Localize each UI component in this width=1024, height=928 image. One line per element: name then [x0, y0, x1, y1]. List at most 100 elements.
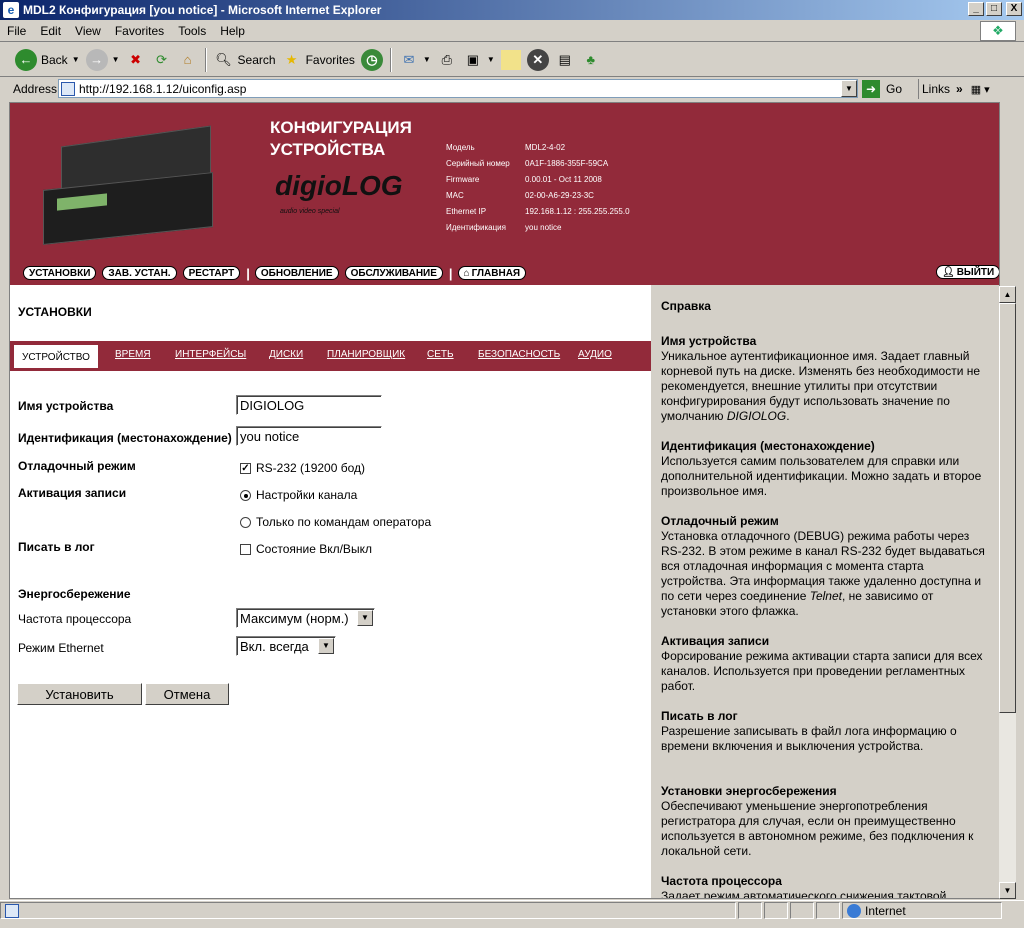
menu-bar: File Edit View Favorites Tools Help ❖ [0, 20, 1024, 42]
scroll-down-button[interactable]: ▼ [999, 882, 1016, 899]
radio-operator-only[interactable]: Только по командам оператора [240, 515, 431, 529]
chevron-down-icon: ▼ [357, 610, 373, 626]
mail-icon: ✉ [403, 51, 415, 67]
submit-button[interactable]: Установить [17, 683, 142, 705]
page-header: КОНФИГУРАЦИЯ УСТРОЙСТВА digioLOG audio v… [10, 103, 999, 285]
extra-toolbar-icon[interactable]: ▦ ▾ [971, 83, 1001, 96]
refresh-icon: ⟳ [156, 51, 167, 67]
minimize-button[interactable]: _ [968, 2, 984, 16]
cpu-freq-label: Частота процессора [18, 612, 132, 626]
nav-update-button[interactable]: ОБНОВЛЕНИЕ [254, 266, 339, 280]
tab-audio[interactable]: АУДИО [578, 349, 612, 360]
log-checkbox[interactable]: Состояние Вкл/Выкл [240, 542, 372, 556]
vertical-scrollbar[interactable]: ▲ ▼ [999, 286, 1016, 899]
block-button[interactable]: ✕ [524, 46, 552, 74]
device-name-input[interactable] [236, 395, 382, 415]
stop-button[interactable]: ✖ [123, 46, 149, 74]
main-nav: УСТАНОВКИ ЗАВ. УСТАН. РЕСТАРТ | ОБНОВЛЕН… [23, 265, 532, 281]
research-button[interactable]: ▤ [552, 46, 578, 74]
menu-edit[interactable]: Edit [33, 24, 68, 38]
nav-home-button[interactable]: ⌂ ГЛАВНАЯ [457, 266, 527, 280]
status-text-cell [0, 902, 736, 919]
device-info: Модель MDL2-4-02 Серийный номер 0A1F-1886-… [446, 139, 630, 235]
menu-file[interactable]: File [0, 24, 33, 38]
device-info-row: Firmware 0.00.01 - Oct 11 2008 [446, 174, 602, 184]
close-button[interactable]: X [1006, 2, 1022, 16]
ethernet-mode-select[interactable]: Вкл. всегда ▼ [236, 636, 336, 656]
tab-device[interactable]: УСТРОЙСТВО [13, 344, 99, 369]
ie-icon: e [3, 2, 19, 18]
debug-label: Отладочный режим [18, 459, 136, 473]
help-section: Отладочный режим Установка отладочного (… [661, 514, 985, 618]
scroll-thumb[interactable] [999, 303, 1016, 713]
device-name-label: Имя устройства [18, 399, 114, 413]
nav-divider: | [448, 265, 453, 281]
help-section: Писать в лог Разрешение записывать в фай… [661, 709, 957, 753]
maximize-button[interactable]: □ [986, 2, 1002, 16]
nav-divider: | [246, 265, 250, 281]
favorites-button[interactable]: ★ Favorites [279, 46, 358, 74]
discuss-button[interactable] [498, 46, 524, 74]
menu-help[interactable]: Help [213, 24, 252, 38]
config-title: КОНФИГУРАЦИЯ УСТРОЙСТВА [270, 118, 412, 159]
home-icon: ⌂ [463, 267, 470, 279]
ident-input[interactable] [236, 426, 382, 446]
links-toolbar[interactable]: Links » ▦ ▾ [918, 79, 1001, 99]
window-title: MDL2 Конфигурация [you notice] - Microso… [23, 3, 382, 17]
print-button[interactable]: ⎙ [434, 46, 460, 74]
status-cell [790, 902, 814, 919]
digiolog-logo: digioLOG [275, 170, 403, 201]
address-url: http://192.168.1.12/uiconfig.asp [79, 81, 247, 96]
logout-button[interactable]: 👤︎ ВЫЙТИ [936, 265, 999, 279]
zone-cell: Internet [842, 902, 1002, 919]
history-button[interactable]: ◷ [358, 46, 386, 74]
device-info-row: Модель MDL2-4-02 [446, 142, 566, 152]
go-button[interactable]: ➜ Go [862, 79, 902, 99]
go-arrow-icon: ➜ [862, 80, 880, 98]
stop-icon: ✖ [130, 51, 141, 67]
toolbar-separator [204, 47, 207, 72]
address-input[interactable]: http://192.168.1.12/uiconfig.asp ▼ [58, 79, 858, 98]
tab-time[interactable]: ВРЕМЯ [115, 349, 151, 360]
mail-button[interactable]: ✉ ▼ [396, 46, 434, 74]
tab-network[interactable]: СЕТЬ [427, 349, 454, 360]
menu-view[interactable]: View [68, 24, 108, 38]
nav-factory-button[interactable]: ЗАВ. УСТАН. [102, 266, 177, 280]
record-activation-label: Активация записи [18, 486, 127, 500]
debug-checkbox[interactable]: ✓ RS-232 (19200 бод) [240, 461, 365, 475]
cpu-freq-select[interactable]: Максимум (норм.) ▼ [236, 608, 375, 628]
tab-disks[interactable]: ДИСКИ [269, 349, 303, 360]
cancel-button[interactable]: Отмена [145, 683, 229, 705]
address-dropdown-button[interactable]: ▼ [841, 80, 857, 97]
help-section: Частота процессора Задает режим автомати… [661, 874, 947, 899]
edit-button[interactable]: ▣ ▼ [460, 46, 498, 74]
page-icon [61, 81, 75, 96]
toolbar: ← Back ▼ → ▼ ✖ ⟳ ⌂ 🔍︎ Search ★ Favorites… [0, 43, 1024, 77]
tab-scheduler[interactable]: ПЛАНИРОВЩИК [327, 349, 405, 360]
status-cell [816, 902, 840, 919]
device-info-row: Серийный номер 0A1F-1886-355F-59CA [446, 158, 609, 168]
device-image [43, 125, 233, 246]
help-section: Имя устройства Уникальное аутентификацио… [661, 334, 981, 423]
tab-interfaces[interactable]: ИНТЕРФЕЙСЫ [175, 349, 246, 360]
menu-favorites[interactable]: Favorites [108, 24, 171, 38]
radio-channel-settings[interactable]: Настройки канала [240, 488, 357, 502]
refresh-button[interactable]: ⟳ [149, 46, 175, 74]
dropdown-arrow-icon: ▼ [111, 55, 120, 64]
tab-security[interactable]: БЕЗОПАСНОСТЬ [478, 349, 560, 360]
messenger-icon: ♣ [586, 52, 596, 67]
forward-button[interactable]: → ▼ [83, 46, 123, 74]
nav-service-button[interactable]: ОБСЛУЖИВАНИЕ [344, 266, 443, 280]
nav-restart-button[interactable]: РЕСТАРТ [182, 266, 241, 280]
help-section: Активация записи Форсирование режима акт… [661, 634, 983, 693]
back-button[interactable]: ← Back ▼ [12, 46, 83, 74]
status-cell [738, 902, 762, 919]
checkbox-unchecked [240, 543, 251, 555]
home-button[interactable]: ⌂ [175, 46, 201, 74]
messenger-button[interactable]: ♣ [578, 46, 604, 74]
nav-settings-button[interactable]: УСТАНОВКИ [23, 266, 97, 280]
search-button[interactable]: 🔍︎ Search [211, 46, 279, 74]
menu-tools[interactable]: Tools [171, 24, 213, 38]
help-section: Идентификация (местонахождение) Использу… [661, 439, 982, 498]
scroll-up-button[interactable]: ▲ [999, 286, 1016, 303]
